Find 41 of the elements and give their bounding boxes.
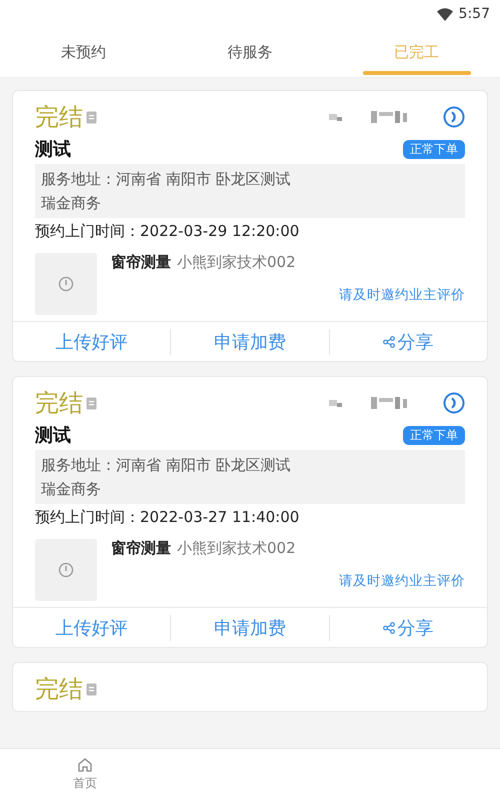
tab[interactable]: 已完工 — [333, 28, 500, 77]
product-name: 窗帘测量 — [111, 253, 171, 272]
home-icon — [77, 757, 93, 773]
appointment-time: 预约上门时间：2022-03-29 12:20:00 — [35, 222, 300, 241]
order-status: 完结 — [35, 388, 83, 419]
review-hint: 请及时邀约业主评价 — [339, 286, 465, 304]
action-button[interactable]: 上传好评 — [13, 616, 170, 640]
technician-name: 小熊到家技术002 — [177, 539, 296, 558]
share-button[interactable]: 分享 — [330, 330, 487, 354]
address-text: 瑞金商务 — [41, 479, 102, 500]
order-status: 完结 — [35, 674, 83, 705]
technician-name: 小熊到家技术002 — [177, 253, 296, 272]
nav-item[interactable]: 首页 — [0, 749, 170, 800]
order-title: 测试 — [35, 138, 72, 161]
phone-icon[interactable] — [443, 392, 465, 414]
review-hint: 请及时邀约业主评价 — [339, 572, 465, 590]
share-icon — [383, 336, 396, 348]
action-button[interactable]: 申请加费 — [171, 616, 329, 640]
product-name: 窗帘测量 — [111, 539, 171, 558]
action-button[interactable]: 申请加费 — [171, 330, 329, 354]
order-type-badge: 正常下单 — [403, 140, 465, 158]
alert-icon — [58, 562, 74, 578]
share-icon — [383, 622, 396, 634]
order-status: 完结 — [35, 102, 83, 133]
document-icon — [86, 682, 97, 696]
order-type-badge: 正常下单 — [403, 426, 465, 444]
document-icon — [86, 396, 97, 410]
share-button[interactable]: 分享 — [330, 616, 487, 640]
wifi-icon — [436, 8, 453, 20]
phone-icon[interactable] — [443, 106, 465, 128]
action-button[interactable]: 上传好评 — [13, 330, 170, 354]
address-text: 服务地址：河南省 南阳市 卧龙区测试 — [41, 169, 292, 190]
tab[interactable]: 未预约 — [0, 28, 167, 77]
tab[interactable]: 待服务 — [166, 28, 334, 77]
appointment-time: 预约上门时间：2022-03-27 11:40:00 — [35, 508, 300, 527]
address-text: 服务地址：河南省 南阳市 卧龙区测试 — [41, 455, 292, 476]
order-title: 测试 — [35, 424, 72, 447]
address-text: 瑞金商务 — [41, 193, 102, 214]
alert-icon — [58, 276, 74, 292]
clock-time: 5:57 — [458, 6, 490, 22]
document-icon — [86, 110, 97, 124]
